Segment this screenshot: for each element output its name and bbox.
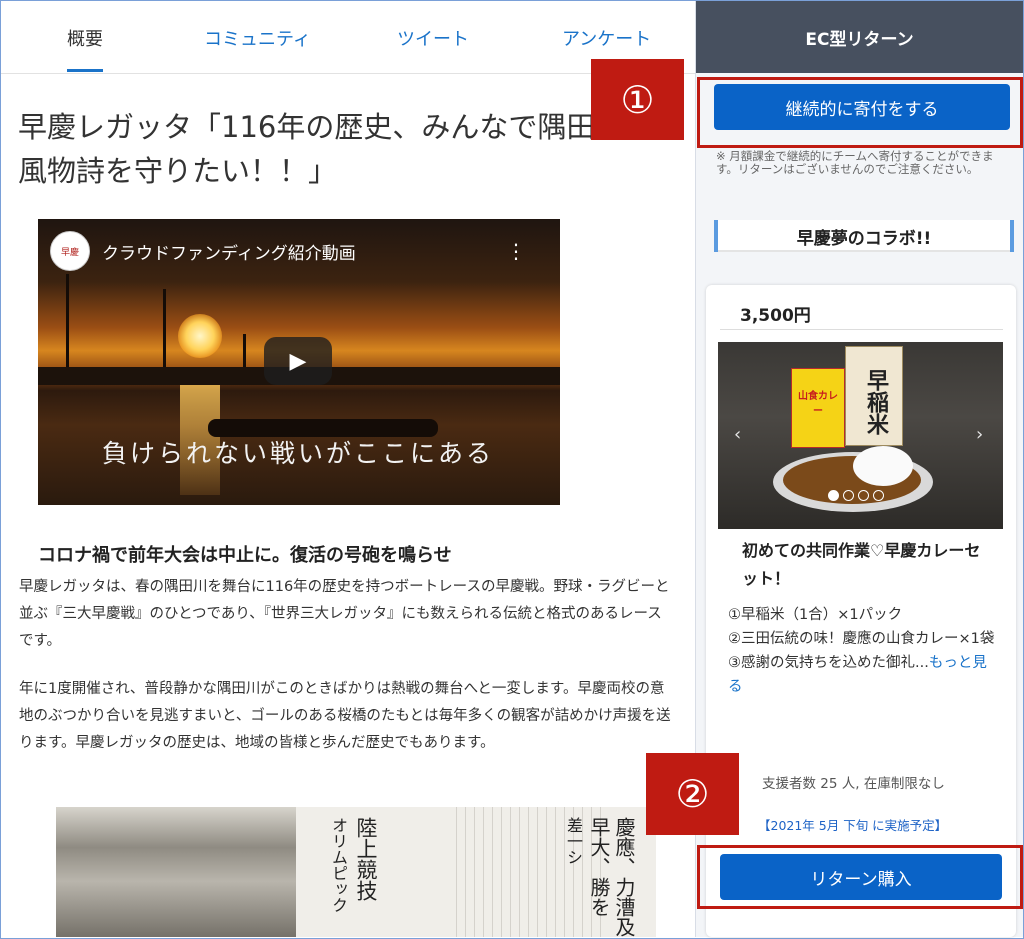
reward-title: 初めての共同作業♡早慶カレーセット！	[742, 541, 981, 588]
channel-avatar[interactable]: 早慶	[50, 231, 90, 271]
video-caption: 負けられない戦いがここにある	[102, 439, 495, 468]
news-headline-4: 早大、勝を	[587, 817, 611, 917]
newspaper-photo	[56, 807, 296, 937]
reward-price: 3,500円	[740, 306, 811, 326]
newspaper-clipping-image: オリムピック 陸上競技 慶應、力漕及 早大、勝を 差一シ	[56, 807, 656, 937]
more-vert-icon[interactable]: ⋮	[506, 239, 526, 263]
reward-card: 3,500円 山食カレー 早稲米 ‹ › 初めての共同作業♡早慶カレーセット！ …	[706, 285, 1016, 937]
news-headline-1: オリムピック	[329, 817, 348, 913]
chevron-right-icon[interactable]: ›	[976, 424, 983, 445]
carousel-dot[interactable]	[843, 490, 854, 501]
news-headline-2: 陸上競技	[354, 817, 378, 901]
pylon-middle	[163, 289, 166, 369]
reward-item: ③感謝の気持ちを込めた御礼...	[728, 655, 929, 671]
rice-package-text: 早稲米	[863, 369, 889, 435]
highlight-box-2	[697, 845, 1023, 909]
highlight-box-1	[697, 77, 1023, 148]
callout-1: ①	[591, 59, 684, 140]
project-title: 早慶レガッタ「116年の歴史、みんなで隅田川の風物詩を守りたい！！」	[18, 110, 654, 188]
delivery-schedule: 【2021年 5月 下旬 に実施予定】	[758, 818, 948, 833]
reward-item-last: ③感謝の気持ちを込めた御礼...もっと見る	[728, 651, 998, 699]
curry-package: 山食カレー	[791, 368, 845, 448]
play-icon: ▶	[289, 348, 307, 374]
rice	[853, 446, 913, 486]
news-headline-5: 差一シ	[564, 817, 583, 865]
paragraph-history: 早慶レガッタは、春の隅田川を舞台に116年の歴史を持つボートレースの早慶戦。野球…	[19, 579, 670, 649]
carousel-dot[interactable]	[873, 490, 884, 501]
video-title[interactable]: クラウドファンディング紹介動画	[102, 239, 356, 264]
news-headline-3: 慶應、力漕及	[612, 817, 636, 937]
play-button[interactable]: ▶	[264, 337, 332, 385]
section-heading: コロナ禍で前年大会は中止に。復活の号砲を鳴らせ	[38, 545, 452, 566]
main-content: 概要 コミュニティ ツイート アンケート 早慶レガッタ「116年の歴史、みんなで…	[1, 1, 695, 937]
video-player[interactable]: 早慶 クラウドファンディング紹介動画 ⋮ ▶ 負けられない戦いがここにある	[38, 219, 560, 505]
reward-image-carousel[interactable]: 山食カレー 早稲米 ‹ ›	[718, 342, 1003, 529]
collab-label: 早慶夢のコラボ!!	[714, 220, 1014, 252]
pylon-left	[66, 274, 69, 369]
carousel-dots	[828, 490, 884, 501]
chevron-left-icon[interactable]: ‹	[734, 424, 741, 445]
divider	[720, 329, 1003, 330]
tab-community[interactable]: コミュニティ	[204, 25, 311, 51]
tab-overview[interactable]: 概要	[67, 25, 103, 51]
reward-description: ①早稲米（1合）×1パック ②三田伝統の味！慶應の山食カレー×1袋 ③感謝の気持…	[728, 603, 998, 699]
rice-package: 早稲米	[845, 346, 903, 446]
donate-note: ※ 月額課金で継続的にチームへ寄付することができます。リターンはございませんので…	[716, 149, 994, 176]
reward-item: ②三田伝統の味！慶應の山食カレー×1袋	[728, 631, 995, 647]
video-header: 早慶 クラウドファンディング紹介動画	[50, 231, 356, 271]
sidebar-header: EC型リターン	[696, 1, 1023, 73]
supporters-count: 支援者数 25 人, 在庫制限なし	[762, 776, 945, 792]
reward-item: ①早稲米（1合）×1パック	[728, 607, 903, 623]
active-tab-indicator	[67, 69, 103, 72]
tab-tweet[interactable]: ツイート	[397, 25, 469, 51]
carousel-dot[interactable]	[828, 490, 839, 501]
pylon-right	[243, 334, 246, 369]
paragraph-event: 年に1度開催され、普段静かな隅田川がこのときばかりは熱戦の舞台へと一変します。早…	[19, 681, 671, 751]
callout-2: ②	[646, 753, 739, 835]
tab-survey[interactable]: アンケート	[562, 25, 651, 51]
carousel-dot[interactable]	[858, 490, 869, 501]
curry-package-text: 山食カレー	[798, 391, 838, 417]
sunset-sun	[178, 314, 222, 358]
